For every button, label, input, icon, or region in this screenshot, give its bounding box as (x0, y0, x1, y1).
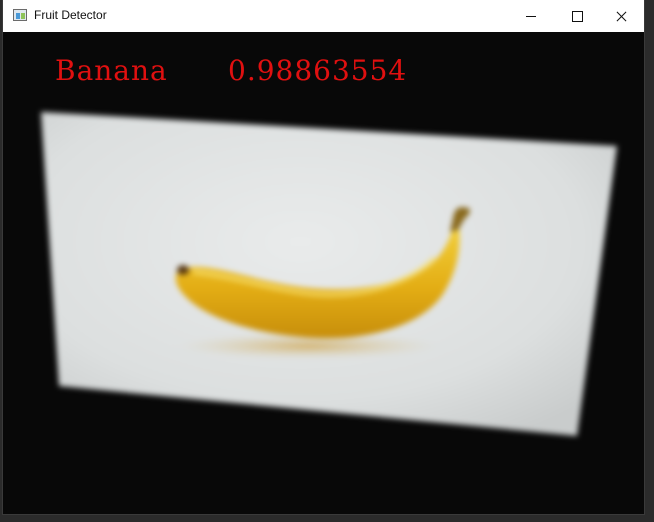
detection-confidence: 0.98863554 (228, 54, 408, 87)
banana-tip (177, 265, 189, 275)
detection-class-label: Banana (55, 54, 168, 87)
minimize-button[interactable] (508, 0, 554, 32)
maximize-button[interactable] (554, 0, 600, 32)
close-button[interactable] (598, 0, 644, 32)
title-bar[interactable]: Fruit Detector (3, 0, 644, 32)
window-icon (13, 9, 27, 21)
minimize-icon (526, 15, 536, 17)
window-title: Fruit Detector (34, 8, 107, 22)
camera-view: Banana 0.98863554 (3, 32, 644, 514)
maximize-icon (571, 10, 583, 22)
camera-frame (3, 32, 644, 514)
app-window: Fruit Detector Banana 0.98863554 (3, 0, 644, 514)
close-icon (616, 11, 627, 22)
photo-card (41, 112, 617, 436)
